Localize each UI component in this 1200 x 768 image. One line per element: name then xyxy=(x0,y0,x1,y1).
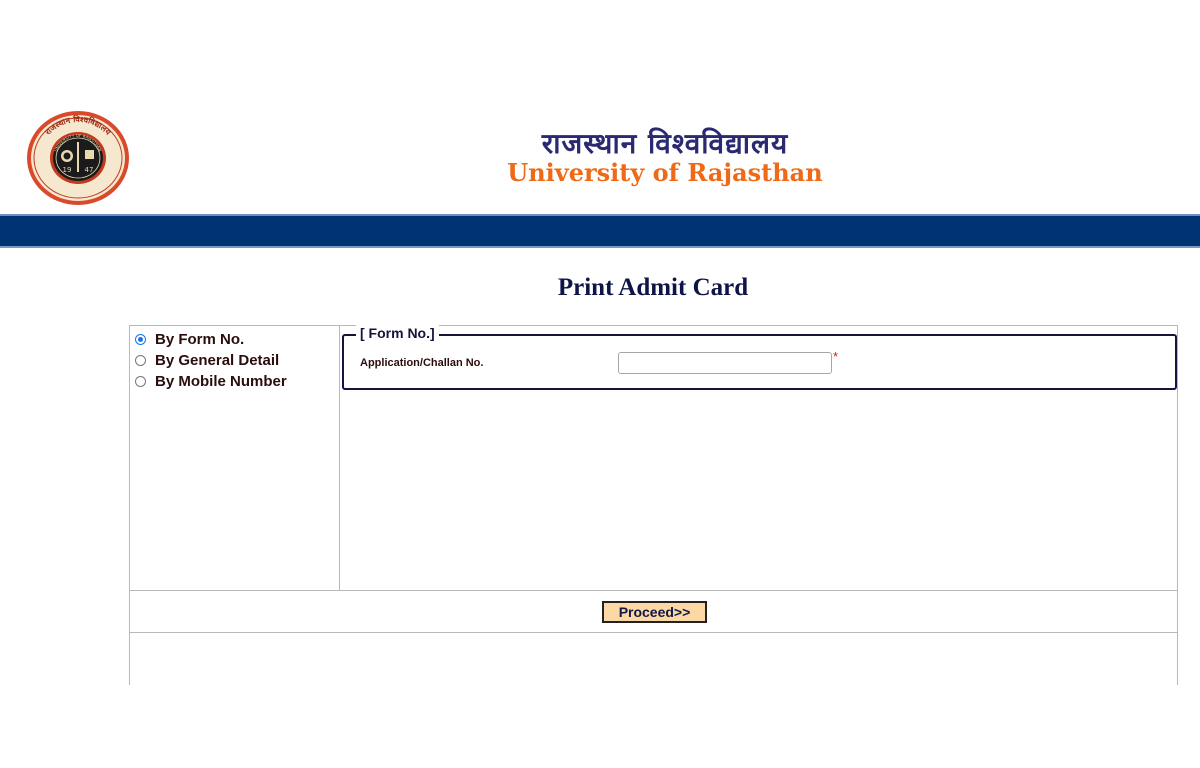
radio-button-icon[interactable] xyxy=(135,333,146,345)
action-row: Proceed>> xyxy=(130,590,1177,633)
site-header: 19 47 राजस्थान विश्वविद्यालय UNIVERSITY … xyxy=(0,0,1200,214)
header-navigation-bar xyxy=(0,216,1200,246)
search-options-column: By Form No. By General Detail By Mobile … xyxy=(130,326,340,590)
proceed-button[interactable]: Proceed>> xyxy=(602,601,707,623)
radio-button-icon[interactable] xyxy=(135,354,146,366)
radio-button-icon[interactable] xyxy=(135,375,146,387)
option-by-general-detail[interactable]: By General Detail xyxy=(135,350,279,370)
required-marker: * xyxy=(833,349,839,364)
form-no-fieldset: [ Form No.] Application/Challan No. * xyxy=(342,325,1177,390)
header-bar-shadow xyxy=(0,246,1200,248)
university-name-hindi: राजस्थान विश्वविद्यालय xyxy=(541,127,789,160)
option-by-form-no[interactable]: By Form No. xyxy=(135,329,244,349)
page-title: Print Admit Card xyxy=(557,274,749,301)
admit-card-panel: By Form No. By General Detail By Mobile … xyxy=(129,325,1178,685)
application-challan-label: Application/Challan No. xyxy=(360,357,484,369)
option-label: By General Detail xyxy=(155,351,280,369)
fieldset-legend: [ Form No.] xyxy=(356,325,439,341)
option-label: By Form No. xyxy=(155,330,245,348)
application-challan-input[interactable] xyxy=(618,352,832,374)
option-label: By Mobile Number xyxy=(155,372,287,390)
university-name-english: University of Rajasthan xyxy=(507,158,823,187)
option-by-mobile-number[interactable]: By Mobile Number xyxy=(135,371,287,391)
